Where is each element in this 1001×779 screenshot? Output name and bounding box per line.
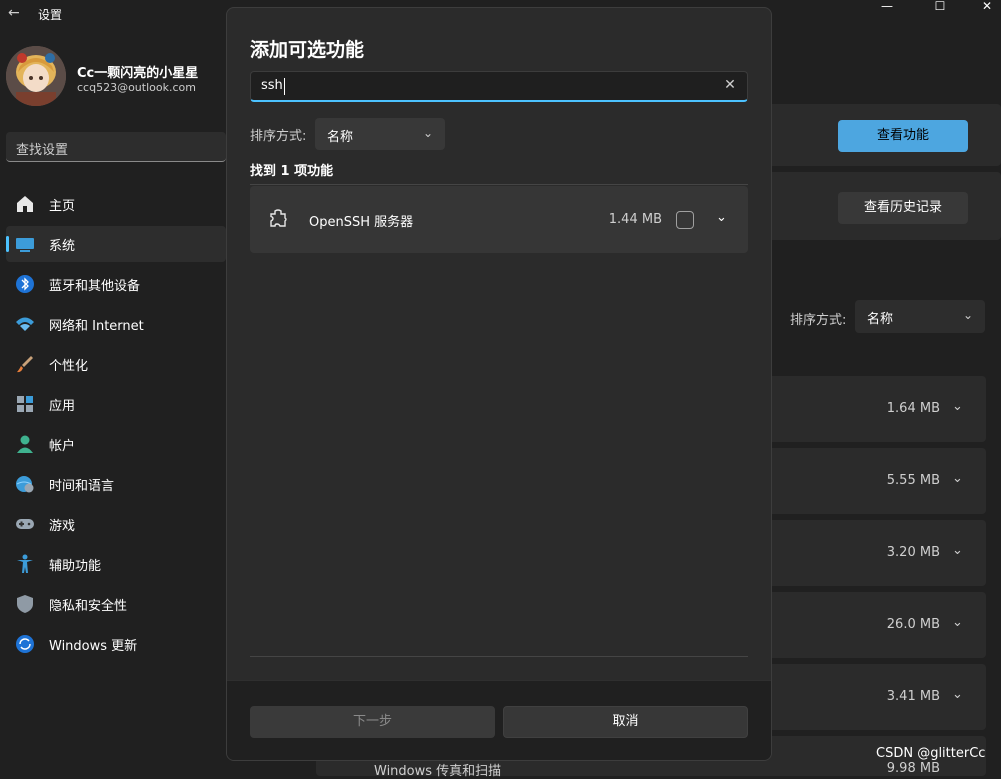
chevron-down-icon[interactable]: ⌄ [952,543,963,558]
sidebar-item-system[interactable]: 系统 [6,226,226,262]
account-icon [17,435,33,453]
dialog-footer: 下一步 取消 [227,680,771,760]
user-name: Cc一颗闪亮的小星星 [77,66,199,81]
gamepad-icon [16,519,34,529]
background-sort-label: 排序方式: [790,313,847,328]
update-icon [16,635,34,653]
feature-name: OpenSSH 服务器 [309,215,414,230]
home-icon [17,196,33,212]
chevron-down-icon[interactable]: ⌄ [952,471,963,486]
sidebar-item-accounts[interactable]: 帐户 [6,426,226,462]
view-history-button[interactable]: 查看历史记录 [838,192,968,224]
feature-size: 1.44 MB [608,212,662,227]
view-features-button[interactable]: 查看功能 [838,120,968,152]
sidebar-item-label: 网络和 Internet [49,319,144,334]
apps-icon [17,396,33,412]
sidebar-item-label: 游戏 [49,519,76,534]
user-email: ccq523@outlook.com [77,81,196,94]
background-sort-select[interactable]: 名称 ⌄ [855,300,985,333]
active-indicator [6,236,9,252]
sidebar-item-apps[interactable]: 应用 [6,386,226,422]
feature-list-item[interactable]: OpenSSH 服务器 1.44 MB ⌄ [250,186,748,253]
watermark: CSDN @glitterCc [876,746,986,761]
feature-size: 26.0 MB [886,617,940,632]
results-count: 找到 1 项功能 [250,164,334,179]
accessibility-icon [17,554,33,573]
feature-search-value: ssh [261,78,283,93]
settings-search-placeholder: 查找设置 [16,143,69,158]
dialog-title: 添加可选功能 [250,39,365,61]
back-arrow-icon[interactable]: ← [8,6,22,20]
sidebar-item-label: 个性化 [49,359,89,374]
sidebar-item-network[interactable]: 网络和 Internet [6,306,226,342]
settings-search-input[interactable]: 查找设置 [6,132,226,162]
sidebar-item-label: 蓝牙和其他设备 [49,279,141,294]
globe-clock-icon [16,476,34,493]
close-window-button[interactable]: ✕ [964,0,1001,14]
sidebar-item-home[interactable]: 主页 [6,186,226,222]
brush-icon [17,356,33,373]
next-button[interactable]: 下一步 [250,706,495,738]
sidebar-item-personalization[interactable]: 个性化 [6,346,226,382]
text-caret [284,78,285,95]
chevron-down-icon[interactable]: ⌄ [716,210,727,225]
sidebar-item-label: 时间和语言 [49,479,115,494]
system-icon [16,238,34,252]
background-sort-value: 名称 [867,312,894,327]
sidebar-item-label: 辅助功能 [49,559,102,574]
feature-name: Windows 传真和扫描 [374,764,502,779]
chevron-down-icon[interactable]: ⌄ [952,687,963,702]
feature-size: 9.98 MB [886,761,940,776]
chevron-down-icon[interactable]: ⌄ [952,399,963,414]
sidebar-item-label: Windows 更新 [49,639,138,654]
add-optional-feature-dialog: 添加可选功能 ssh ✕ 排序方式: 名称 ⌄ 找到 1 项功能 OpenSSH… [226,7,772,761]
sidebar-item-windows-update[interactable]: Windows 更新 [6,626,226,662]
sidebar-item-bluetooth[interactable]: 蓝牙和其他设备 [6,266,226,302]
cancel-button[interactable]: 取消 [503,706,748,738]
divider [250,656,748,657]
sort-value: 名称 [327,130,354,145]
chevron-down-icon: ⌄ [962,308,973,322]
maximize-button[interactable]: ☐ [917,0,963,14]
sidebar-item-privacy[interactable]: 隐私和安全性 [6,586,226,622]
feature-search-input[interactable]: ssh ✕ [250,71,748,102]
sidebar-item-gaming[interactable]: 游戏 [6,506,226,542]
sort-select[interactable]: 名称 ⌄ [315,118,445,150]
wifi-icon [16,317,34,331]
avatar-image [6,46,66,106]
avatar[interactable] [6,46,66,106]
sidebar-item-accessibility[interactable]: 辅助功能 [6,546,226,582]
sidebar-item-label: 隐私和安全性 [49,599,128,614]
app-title: 设置 [38,8,63,22]
minimize-button[interactable]: — [864,0,910,14]
divider [250,184,748,185]
sidebar-item-label: 系统 [49,239,76,254]
shield-icon [17,595,33,613]
feature-size: 3.41 MB [886,689,940,704]
feature-checkbox[interactable] [676,211,694,229]
feature-size: 1.64 MB [886,401,940,416]
sidebar-item-label: 应用 [49,399,76,414]
bluetooth-icon [16,275,34,293]
puzzle-icon [270,209,287,227]
chevron-down-icon[interactable]: ⌄ [952,615,963,630]
feature-size: 3.20 MB [886,545,940,560]
clear-icon[interactable]: ✕ [721,76,739,94]
sidebar-item-label: 帐户 [49,439,76,454]
sidebar-item-label: 主页 [49,199,76,214]
chevron-down-icon: ⌄ [422,126,433,140]
sidebar-item-time-language[interactable]: 时间和语言 [6,466,226,502]
sort-label: 排序方式: [250,129,307,144]
feature-size: 5.55 MB [886,473,940,488]
